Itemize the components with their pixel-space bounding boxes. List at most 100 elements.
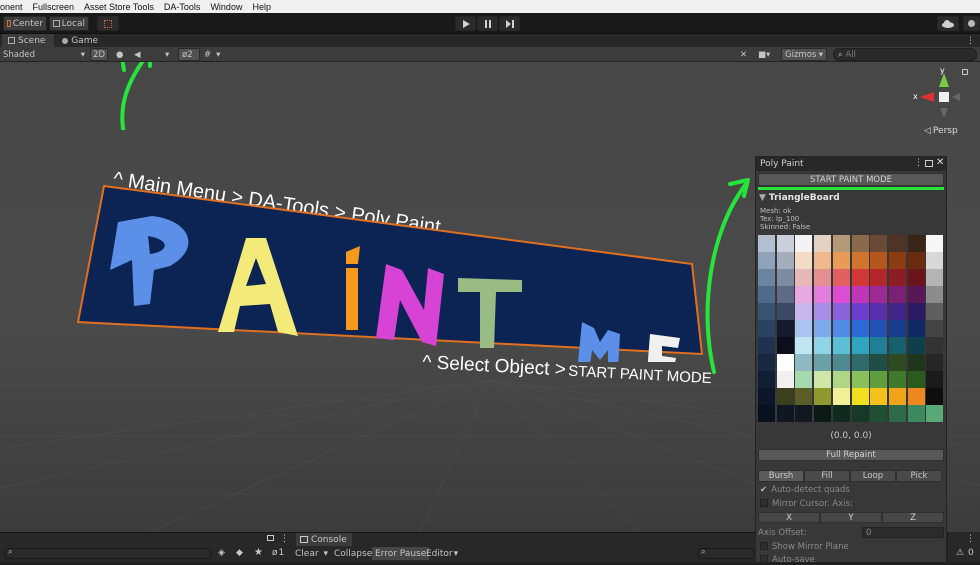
play-button[interactable] [455, 16, 476, 31]
palette-swatch[interactable] [907, 354, 925, 371]
palette-swatch[interactable] [926, 371, 944, 388]
shading-mode-dropdown[interactable]: Shaded ▾ [3, 48, 85, 61]
audio-toggle[interactable]: ◀ [134, 48, 146, 61]
palette-swatch[interactable] [926, 337, 944, 354]
pivot-center-button[interactable]: Center [3, 16, 47, 31]
cloud-button[interactable] [937, 16, 959, 31]
gizmos-dropdown[interactable]: Gizmos ▾ [781, 48, 827, 61]
axis-offset-field[interactable]: 0 [862, 527, 944, 538]
palette-swatch[interactable] [814, 405, 832, 422]
palette-swatch[interactable] [776, 269, 794, 286]
palette-swatch[interactable] [758, 388, 775, 405]
hierarchy-search-input[interactable]: ⌕ [4, 547, 212, 559]
palette-swatch[interactable] [888, 252, 906, 269]
toggle-2d-button[interactable]: 2D [90, 48, 108, 61]
palette-swatch[interactable] [851, 286, 869, 303]
color-palette[interactable] [758, 235, 948, 422]
palette-swatch[interactable] [758, 371, 775, 388]
auto-detect-quads-toggle[interactable]: ✔ Auto-detect quads [760, 485, 850, 495]
palette-swatch[interactable] [795, 252, 813, 269]
palette-swatch[interactable] [870, 269, 888, 286]
palette-swatch[interactable] [907, 371, 925, 388]
tab-console[interactable]: Console [296, 533, 352, 546]
palette-swatch[interactable] [832, 269, 850, 286]
palette-swatch[interactable] [776, 235, 794, 252]
palette-swatch[interactable] [888, 405, 906, 422]
effects-dropdown[interactable]: ▾ [165, 48, 177, 61]
palette-swatch[interactable] [832, 320, 850, 337]
palette-swatch[interactable] [832, 371, 850, 388]
lighting-toggle[interactable]: ● [116, 48, 128, 61]
palette-swatch[interactable] [851, 337, 869, 354]
show-mirror-plane-toggle[interactable]: Show Mirror Plane [760, 542, 849, 552]
palette-swatch[interactable] [870, 337, 888, 354]
palette-swatch[interactable] [926, 286, 944, 303]
palette-swatch[interactable] [776, 252, 794, 269]
palette-swatch[interactable] [851, 269, 869, 286]
tag-icon[interactable]: ◆ [236, 548, 243, 558]
palette-swatch[interactable] [814, 320, 832, 337]
star-icon[interactable]: ★ [254, 547, 263, 558]
error-pause-toggle[interactable]: Error Pause [372, 547, 430, 560]
palette-swatch[interactable] [758, 235, 775, 252]
palette-swatch[interactable] [888, 320, 906, 337]
palette-swatch[interactable] [776, 286, 794, 303]
step-button[interactable] [499, 16, 520, 31]
palette-swatch[interactable] [907, 303, 925, 320]
palette-swatch[interactable] [851, 320, 869, 337]
pause-button[interactable] [477, 16, 498, 31]
palette-swatch[interactable] [851, 388, 869, 405]
palette-swatch[interactable] [758, 405, 775, 422]
palette-swatch[interactable] [907, 337, 925, 354]
menu-help[interactable]: Help [247, 2, 276, 12]
grid-snap-button[interactable] [97, 16, 119, 31]
palette-swatch[interactable] [926, 388, 944, 405]
palette-swatch[interactable] [758, 354, 775, 371]
palette-swatch[interactable] [776, 405, 794, 422]
palette-swatch[interactable] [814, 388, 832, 405]
axis-y-button[interactable]: Y [820, 512, 882, 523]
palette-swatch[interactable] [851, 405, 869, 422]
asset-labels-icon[interactable]: ◈ [218, 548, 225, 558]
palette-swatch[interactable] [758, 269, 775, 286]
account-button[interactable] [963, 16, 980, 31]
palette-swatch[interactable] [870, 286, 888, 303]
grid-dropdown[interactable]: # ▾ [204, 48, 228, 61]
palette-swatch[interactable] [870, 354, 888, 371]
lock-icon[interactable] [267, 535, 274, 541]
tab-menu-button[interactable]: ⋮ [960, 34, 980, 47]
palette-swatch[interactable] [776, 354, 794, 371]
palette-swatch[interactable] [758, 286, 775, 303]
palette-swatch[interactable] [758, 303, 775, 320]
palette-swatch[interactable] [888, 337, 906, 354]
palette-swatch[interactable] [888, 303, 906, 320]
palette-swatch[interactable] [832, 337, 850, 354]
palette-swatch[interactable] [814, 337, 832, 354]
palette-swatch[interactable] [907, 252, 925, 269]
collapse-toggle[interactable]: Collapse [331, 547, 375, 560]
tool-tab-brush[interactable]: Bursh [758, 470, 804, 482]
palette-swatch[interactable] [926, 269, 944, 286]
palette-swatch[interactable] [870, 371, 888, 388]
palette-swatch[interactable] [851, 235, 869, 252]
object-foldout[interactable]: ▼ TriangleBoard [759, 193, 840, 203]
palette-swatch[interactable] [851, 354, 869, 371]
start-paint-mode-button[interactable]: START PAINT MODE [758, 173, 944, 186]
menu-asset-store-tools[interactable]: Asset Store Tools [79, 2, 159, 12]
palette-swatch[interactable] [795, 371, 813, 388]
auto-save-toggle[interactable]: Auto-save [760, 555, 815, 565]
palette-swatch[interactable] [814, 252, 832, 269]
palette-swatch[interactable] [814, 286, 832, 303]
palette-swatch[interactable] [851, 371, 869, 388]
hidden-packages-toggle[interactable]: ø 1 [272, 548, 284, 558]
projection-toggle[interactable]: ◁ Persp [924, 126, 958, 136]
palette-swatch[interactable] [907, 269, 925, 286]
palette-swatch[interactable] [907, 388, 925, 405]
palette-swatch[interactable] [851, 252, 869, 269]
palette-swatch[interactable] [814, 235, 832, 252]
menu-fullscreen[interactable]: Fullscreen [28, 2, 80, 12]
palette-swatch[interactable] [758, 337, 775, 354]
palette-swatch[interactable] [888, 354, 906, 371]
menu-da-tools[interactable]: DA-Tools [159, 2, 206, 12]
palette-swatch[interactable] [795, 286, 813, 303]
